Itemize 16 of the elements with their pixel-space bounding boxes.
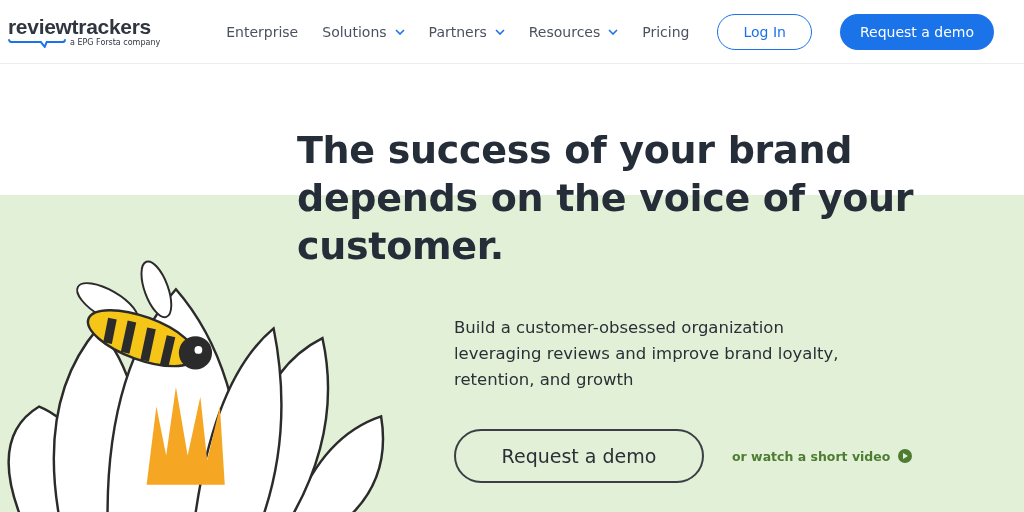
nav-link[interactable]: Resources <box>528 23 619 40</box>
logo-wordmark: reviewtrackers <box>8 15 152 38</box>
login-button[interactable]: Log In <box>717 13 812 50</box>
request-demo-button[interactable]: Request a demo <box>839 13 994 50</box>
nav-link[interactable]: Partners <box>428 23 505 40</box>
hero-subtitle: Build a customer-obsessed organization leveraging reviews and improve brand loyalty, retention, and growth <box>454 317 840 391</box>
hero-headline: The success of your brand depends on the voice of your customer. <box>296 127 915 270</box>
request-demo-button[interactable]: Request a demo <box>454 429 704 483</box>
nav-link[interactable]: Pricing <box>642 23 690 40</box>
nav-link[interactable]: Enterprise <box>226 23 299 40</box>
logo-link[interactable]: reviewtrackers a EPG Forsta company <box>8 15 209 48</box>
speech-bubble-icon <box>8 37 66 48</box>
play-icon <box>898 449 913 463</box>
watch-video-link[interactable]: or watch a short video <box>732 448 913 464</box>
nav-link[interactable]: Solutions <box>322 23 405 40</box>
logo-tagline: a EPG Forsta company <box>70 38 161 47</box>
